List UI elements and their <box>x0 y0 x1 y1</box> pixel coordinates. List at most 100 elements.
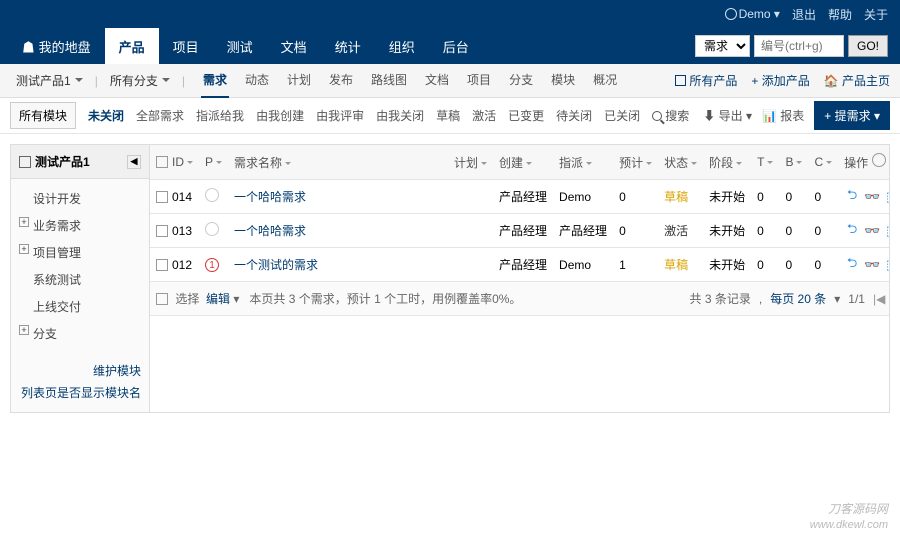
tree-node-2[interactable]: +项目管理 <box>15 239 145 266</box>
toggle-module-names-link[interactable]: 列表页是否显示模块名 <box>19 383 141 405</box>
sidebar-product-name: 测试产品1 <box>35 153 90 170</box>
filter-8[interactable]: 已变更 <box>508 107 544 124</box>
main-nav: ☗ 我的地盘产品项目测试文档统计组织后台 需求 GO! <box>0 28 900 64</box>
nav-item-4[interactable]: 文档 <box>267 28 321 64</box>
product-home-link[interactable]: 🏠 产品主页 <box>824 72 890 89</box>
col-plan[interactable]: 计划 <box>448 145 493 180</box>
pager: 共 3 条记录, 每页 20 条 ▾ 1/1 |◀ ◁ ▷ ▶| <box>690 290 890 307</box>
col-id[interactable]: ID <box>150 145 199 180</box>
col-pri[interactable]: P <box>199 145 228 180</box>
subnav-tab-0[interactable]: 需求 <box>201 63 229 98</box>
nav-item-2[interactable]: 项目 <box>159 28 213 64</box>
subnav-tab-6[interactable]: 项目 <box>465 63 493 98</box>
search-filter[interactable]: 搜索 <box>652 107 689 124</box>
view-icon[interactable]: 👓 <box>864 257 880 273</box>
nav-item-5[interactable]: 统计 <box>321 28 375 64</box>
select-all-footer-checkbox[interactable] <box>156 293 168 305</box>
change-icon[interactable]: ⮌ <box>844 223 860 239</box>
col-estimate[interactable]: 预计 <box>613 145 658 180</box>
priority-badge: 1 <box>205 258 219 272</box>
expand-icon[interactable]: + <box>19 217 29 227</box>
story-title-link[interactable]: 一个哈哈需求 <box>234 190 306 204</box>
case-icon[interactable]: ⬚ <box>884 223 890 239</box>
search-input[interactable] <box>754 35 844 57</box>
expand-icon[interactable]: + <box>19 325 29 335</box>
expand-icon[interactable]: + <box>19 244 29 254</box>
nav-item-1[interactable]: 产品 <box>105 28 159 64</box>
select-all-checkbox[interactable] <box>156 156 168 168</box>
subnav-tab-7[interactable]: 分支 <box>507 63 535 98</box>
per-page-selector[interactable]: 每页 20 条 <box>770 290 826 307</box>
batch-edit-link[interactable]: 编辑 <box>206 292 230 306</box>
nav-item-6[interactable]: 组织 <box>375 28 429 64</box>
subnav-tab-9[interactable]: 概况 <box>591 63 619 98</box>
filter-5[interactable]: 由我关闭 <box>376 107 424 124</box>
help-link[interactable]: 帮助 <box>828 6 852 23</box>
col-assigned[interactable]: 指派 <box>553 145 613 180</box>
status-badge: 草稿 <box>664 190 688 204</box>
filter-7[interactable]: 激活 <box>472 107 496 124</box>
row-checkbox[interactable] <box>156 259 168 271</box>
filter-2[interactable]: 指派给我 <box>196 107 244 124</box>
col-creator[interactable]: 创建 <box>493 145 553 180</box>
logout-link[interactable]: 退出 <box>792 6 816 23</box>
change-icon[interactable]: ⮌ <box>844 257 860 273</box>
product-selector[interactable]: 测试产品1 <box>10 68 89 93</box>
add-product-link[interactable]: + 添加产品 <box>751 72 809 89</box>
story-title-link[interactable]: 一个哈哈需求 <box>234 224 306 238</box>
col-t[interactable]: T <box>751 145 779 180</box>
nav-item-0[interactable]: ☗ 我的地盘 <box>8 28 105 64</box>
tree-node-4[interactable]: 上线交付 <box>15 293 145 320</box>
tree-node-0[interactable]: 设计开发 <box>15 185 145 212</box>
filter-10[interactable]: 已关闭 <box>604 107 640 124</box>
report-button[interactable]: 📊 报表 <box>762 107 804 124</box>
case-icon[interactable]: ⬚ <box>884 257 890 273</box>
status-badge: 激活 <box>664 224 688 238</box>
about-link[interactable]: 关于 <box>864 6 888 23</box>
tree-node-1[interactable]: +业务需求 <box>15 212 145 239</box>
tree-node-5[interactable]: +分支 <box>15 320 145 347</box>
subnav-tab-8[interactable]: 模块 <box>549 63 577 98</box>
submit-story-button[interactable]: + 提需求 ▾ <box>814 101 890 130</box>
col-b[interactable]: B <box>779 145 808 180</box>
col-title[interactable]: 需求名称 <box>228 145 448 180</box>
filter-0[interactable]: 未关闭 <box>88 107 124 124</box>
col-status[interactable]: 状态 <box>658 145 703 180</box>
go-button[interactable]: GO! <box>848 35 888 57</box>
collapse-sidebar-button[interactable]: ◀ <box>127 155 141 169</box>
nav-item-3[interactable]: 测试 <box>213 28 267 64</box>
filter-3[interactable]: 由我创建 <box>256 107 304 124</box>
user-menu[interactable]: Demo ▾ <box>725 7 780 21</box>
search-type-select[interactable]: 需求 <box>695 35 750 57</box>
filter-4[interactable]: 由我评审 <box>316 107 364 124</box>
subnav-tab-3[interactable]: 发布 <box>327 63 355 98</box>
col-stage[interactable]: 阶段 <box>703 145 751 180</box>
tree-node-3[interactable]: 系统测试 <box>15 266 145 293</box>
table-header-row: ID P 需求名称 计划 创建 指派 预计 状态 阶段 T B C 操作 <box>150 145 890 180</box>
filter-6[interactable]: 草稿 <box>436 107 460 124</box>
change-icon[interactable]: ⮌ <box>844 189 860 205</box>
view-icon[interactable]: 👓 <box>864 189 880 205</box>
row-checkbox[interactable] <box>156 191 168 203</box>
sub-nav: 测试产品1 | 所有分支 | 需求动态计划发布路线图文档项目分支模块概况 所有产… <box>0 64 900 98</box>
subnav-tab-4[interactable]: 路线图 <box>369 63 409 98</box>
branch-selector[interactable]: 所有分支 <box>104 68 176 93</box>
filter-1[interactable]: 全部需求 <box>136 107 184 124</box>
gear-icon[interactable] <box>872 153 886 167</box>
maintain-module-link[interactable]: 维护模块 <box>19 361 141 383</box>
story-title-link[interactable]: 一个测试的需求 <box>234 258 318 272</box>
all-products-link[interactable]: 所有产品 <box>675 72 737 89</box>
row-checkbox[interactable] <box>156 225 168 237</box>
all-modules-button[interactable]: 所有模块 <box>10 102 76 129</box>
table-row: 0121一个测试的需求产品经理Demo1草稿未开始000⮌👓⬚✎⎇ <box>150 248 890 282</box>
nav-item-7[interactable]: 后台 <box>429 28 483 64</box>
filter-9[interactable]: 待关闭 <box>556 107 592 124</box>
case-icon[interactable]: ⬚ <box>884 189 890 205</box>
export-button[interactable]: ⬇ 导出 ▾ <box>703 107 752 124</box>
view-icon[interactable]: 👓 <box>864 223 880 239</box>
subnav-tab-1[interactable]: 动态 <box>243 63 271 98</box>
col-c[interactable]: C <box>808 145 838 180</box>
first-page-button[interactable]: |◀ <box>873 292 885 306</box>
subnav-tab-5[interactable]: 文档 <box>423 63 451 98</box>
subnav-tab-2[interactable]: 计划 <box>285 63 313 98</box>
